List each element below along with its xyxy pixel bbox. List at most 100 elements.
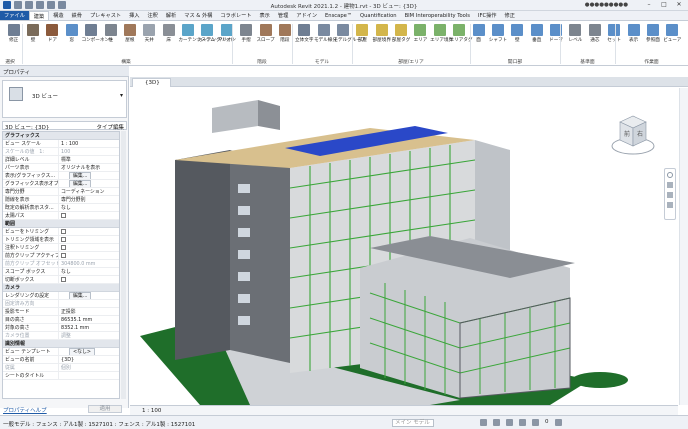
property-value[interactable] [59,372,119,379]
property-edit-button[interactable]: 編集... [69,292,92,299]
ribbon-button-21[interactable]: エリア [411,24,430,56]
tab-4[interactable]: プレキャスト [86,11,125,20]
property-checkbox[interactable] [61,212,66,218]
property-row[interactable]: 前方クリップ アクティブ [3,252,119,260]
ribbon-button-34[interactable]: ビューア [663,24,682,56]
ribbon-button-11[interactable]: マリオン [217,24,236,56]
property-checkbox[interactable] [61,236,66,242]
selection-links-icon[interactable] [480,419,487,426]
property-value[interactable]: コーディネーション [59,188,119,195]
tab-9[interactable]: コラボレート [216,11,255,20]
tab-1[interactable]: 建築 [28,11,50,20]
property-section-header[interactable]: 範囲 [3,220,119,228]
property-row[interactable]: 隠線を表示 専門分野別 [3,196,119,204]
property-row[interactable]: レンダリングの設定 編集... [3,292,119,300]
tab-3d-view[interactable]: {3D} [132,78,171,87]
property-row[interactable]: カメラ位置 調整 [3,332,119,340]
property-value[interactable]: 専門分野別 [59,196,119,203]
filter-icon[interactable] [554,419,562,426]
ribbon-button-4[interactable]: コンポーネント [81,24,114,56]
property-value[interactable] [59,300,119,307]
ribbon-button-22[interactable]: エリア境界 [430,24,453,56]
property-value[interactable] [59,276,119,283]
property-row[interactable]: ビューをトリミング [3,228,119,236]
ribbon-button-10[interactable]: カーテングリッド [198,24,234,56]
property-row[interactable]: 対象の高さ 8352.1 mm [3,324,119,332]
ribbon-button-29[interactable]: レベル [566,24,585,56]
edit-type-button[interactable]: タイプ編集 [96,123,124,131]
property-edit-button[interactable]: 編集... [69,180,92,187]
ribbon-button-13[interactable]: スロープ [256,24,275,56]
properties-help-link[interactable]: プロパティヘルプ [3,406,47,414]
property-row[interactable]: 前方クリップ オフセット 304800.0 mm [3,260,119,268]
property-checkbox[interactable] [61,252,66,258]
property-value[interactable] [59,244,119,251]
maximize-icon[interactable]: □ [658,1,670,9]
property-checkbox[interactable] [61,276,66,282]
property-checkbox[interactable] [61,244,66,250]
property-value[interactable] [59,228,119,235]
ribbon-button-26[interactable]: 壁 [508,24,527,56]
steering-wheel-icon[interactable] [667,172,673,178]
property-row[interactable]: シートのタイトル [3,372,119,380]
drawing-canvas[interactable] [130,88,678,405]
property-row[interactable]: 固定済み方向 [3,300,119,308]
tab-7[interactable]: 解析 [162,11,180,20]
pan-icon[interactable] [667,182,673,188]
tab-2[interactable]: 構造 [49,11,67,20]
tab-11[interactable]: 管理 [274,11,292,20]
property-value[interactable]: 100 [59,148,119,155]
filter-count[interactable]: 0 [545,419,549,426]
ribbon-button-20[interactable]: 部屋タグ [391,24,410,56]
tab-15[interactable]: BIM Interoperability Tools [401,11,474,20]
workset-selector[interactable]: メイン モデル [392,419,434,427]
tab-10[interactable]: 表示 [255,11,273,20]
ribbon-button-12[interactable]: 手摺 [236,24,255,56]
ribbon-button-3[interactable]: 窓 [62,24,81,56]
ribbon-button-32[interactable]: 表示 [624,24,643,56]
tab-3[interactable]: 鉄骨 [68,11,86,20]
property-row[interactable]: スコープ ボックス なし [3,268,119,276]
property-value[interactable]: 正投影 [59,308,119,315]
chevron-down-icon[interactable]: ▾ [120,92,123,99]
type-selector[interactable]: 3D ビュー ▾ [2,80,127,118]
ribbon-button-7[interactable]: 天井 [140,24,159,56]
property-row[interactable]: スケールの値 1: 100 [3,148,119,156]
property-row[interactable]: 表示/グラフィックス... 編集... [3,172,119,180]
property-row[interactable]: ビュー テンプレート <なし> [3,348,119,356]
underlay-icon[interactable] [493,419,500,426]
ribbon-button-30[interactable]: 通芯 [585,24,604,56]
property-value[interactable]: 86535.1 mm [59,316,119,323]
property-value[interactable] [59,252,119,259]
ribbon-button-8[interactable]: 床 [159,24,178,56]
canvas-scrollbar[interactable] [679,88,688,405]
property-value[interactable] [59,212,119,219]
ribbon-button-16[interactable]: モデル線分 [314,24,337,56]
tab-17[interactable]: 修正 [501,11,519,20]
property-value[interactable]: 編集... [59,172,119,179]
property-value[interactable]: 1 : 100 [59,140,119,147]
property-row[interactable]: 切断ボックス [3,276,119,284]
tab-13[interactable]: Enscape™ [321,11,356,20]
select-by-face-icon[interactable] [519,419,526,426]
property-row[interactable]: 目の高さ 86535.1 mm [3,316,119,324]
minimize-icon[interactable]: – [643,1,655,9]
ribbon-button-6[interactable]: 屋根 [120,24,139,56]
ribbon-button-17[interactable]: モデルグループ [333,24,365,56]
close-icon[interactable]: ✕ [673,1,685,9]
property-section-header[interactable]: 識別情報 [3,340,119,348]
property-value[interactable]: なし [59,204,119,211]
ribbon-button-23[interactable]: エリアタグ [450,24,473,56]
property-value[interactable]: 8352.1 mm [59,324,119,331]
ribbon-button-33[interactable]: 参照面 [643,24,662,56]
pinned-icon[interactable] [506,419,513,426]
property-row[interactable]: 太陽パス [3,212,119,220]
property-value[interactable]: <なし> [59,348,119,355]
property-row[interactable]: 専門分野 コーディネーション [3,188,119,196]
property-value[interactable]: 個別 [59,364,119,371]
property-section-header[interactable]: カメラ [3,284,119,292]
ribbon-button-18[interactable]: 部屋 [353,24,372,56]
property-row[interactable]: 従属 個別 [3,364,119,372]
instance-selector[interactable]: 3D ビュー: {3D} タイプ編集 [2,121,127,131]
ribbon-button-28[interactable]: ドーマ [546,24,565,56]
